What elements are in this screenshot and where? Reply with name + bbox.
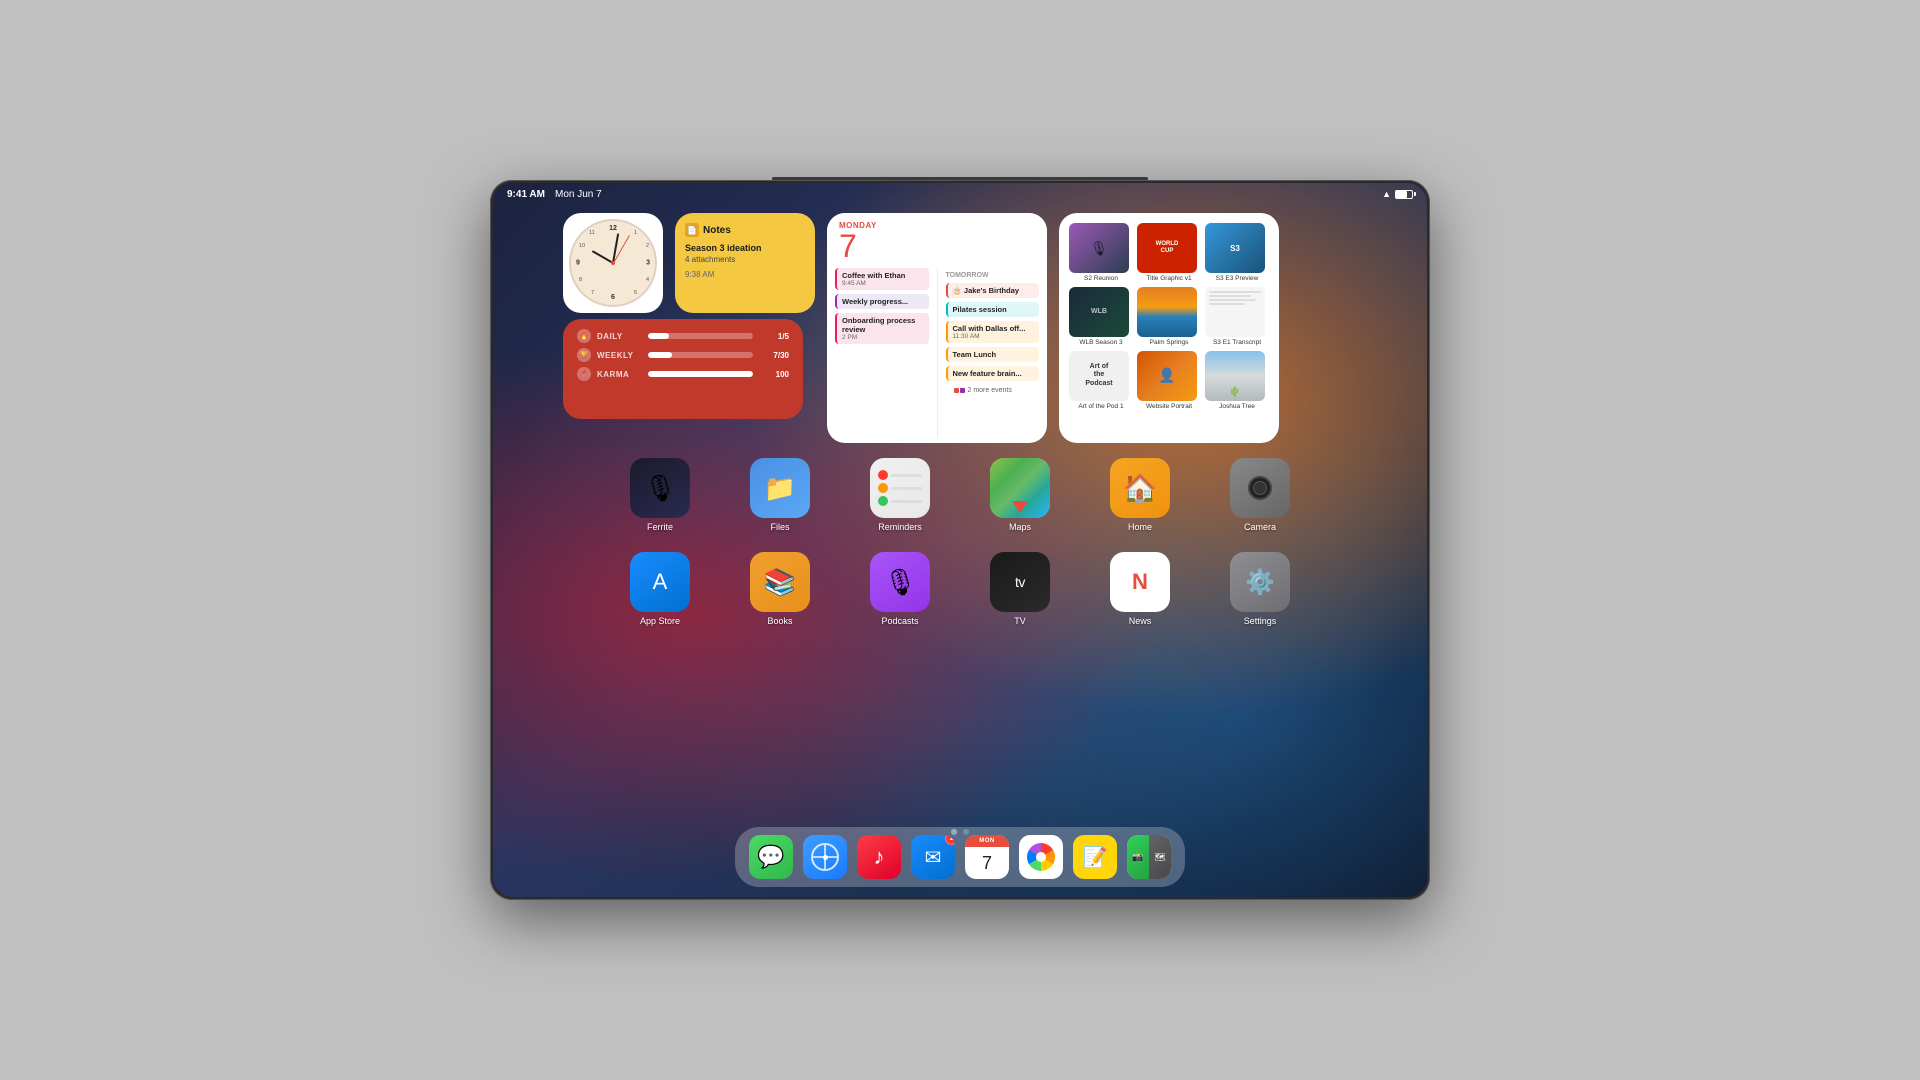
- app-appletv-label: TV: [1014, 616, 1026, 626]
- photo-item-title-graphic: WORLDCUP Title Graphic v1: [1137, 223, 1201, 283]
- app-podcasts[interactable]: 🎙 Podcasts: [870, 552, 930, 626]
- app-rows: 🎙 Ferrite 📁 Files: [493, 458, 1427, 626]
- cal-event-weekly: Weekly progress...: [835, 294, 929, 309]
- battery-fill: [1396, 191, 1407, 198]
- notes-widget-title: Notes: [703, 225, 731, 236]
- ipad-screen: 9:41 AM Mon Jun 7 ▲ 12 3 6 9: [493, 183, 1427, 897]
- photo-item-art-pod: Art ofthePodcast Art of the Pod 1: [1069, 351, 1133, 411]
- app-ferrite[interactable]: 🎙 Ferrite: [630, 458, 690, 532]
- app-reminders-label: Reminders: [878, 522, 922, 532]
- cal-more-events: 2 more events: [946, 385, 1040, 396]
- widgets-row1: 12 3 6 9 1 11 2 10 4 8 5 7: [563, 213, 1357, 443]
- app-reminders[interactable]: Reminders: [870, 458, 930, 532]
- status-bar: 9:41 AM Mon Jun 7 ▲: [493, 183, 1427, 205]
- app-books-label: Books: [767, 616, 792, 626]
- notes-note-title: Season 3 ideation: [685, 243, 805, 253]
- dock: 💬 ♪ ✉ 1 MON: [735, 827, 1185, 887]
- calendar-header: MONDAY 7: [827, 213, 1047, 268]
- photo-item-joshua: 🌵 Joshua Tree: [1205, 351, 1269, 411]
- dock-photos[interactable]: [1019, 835, 1063, 879]
- app-home-label: Home: [1128, 522, 1152, 532]
- photos-widget[interactable]: 🎙 S2 Reunion WORLDCUP Title Graphic v1 S…: [1059, 213, 1279, 443]
- calendar-tomorrow: TOMORROW 🎂 Jake's Birthday Pilates sessi…: [938, 268, 1048, 438]
- dock-notes[interactable]: 📝: [1073, 835, 1117, 879]
- notes-header: 📄 Notes: [685, 223, 805, 237]
- app-home[interactable]: 🏠 Home: [1110, 458, 1170, 532]
- cal-event-pilates: Pilates session: [946, 302, 1040, 317]
- clock-face: 12 3 6 9 1 11 2 10 4 8 5 7: [569, 219, 657, 307]
- app-settings-label: Settings: [1244, 616, 1277, 626]
- calendar-day-label: MONDAY: [839, 221, 1035, 230]
- status-time: 9:41 AM: [507, 189, 545, 200]
- photo-item-s2reunion: 🎙 S2 Reunion: [1069, 223, 1133, 283]
- app-settings[interactable]: ⚙️ Settings: [1230, 552, 1290, 626]
- status-left: 9:41 AM Mon Jun 7: [507, 189, 602, 200]
- photo-item-s3preview: S3 S3 E3 Preview: [1205, 223, 1269, 283]
- calendar-today: Coffee with Ethan 9:45 AM Weekly progres…: [827, 268, 938, 438]
- app-ferrite-label: Ferrite: [647, 522, 673, 532]
- photo-item-s3transcript: S3 E1 Transcript: [1205, 287, 1269, 347]
- app-camera-label: Camera: [1244, 522, 1276, 532]
- app-files-label: Files: [770, 522, 789, 532]
- photo-item-wlb: WLB WLB Season 3: [1069, 287, 1133, 347]
- app-maps-label: Maps: [1009, 522, 1031, 532]
- cal-event-coffee: Coffee with Ethan 9:45 AM: [835, 268, 929, 290]
- status-date: Mon Jun 7: [555, 189, 602, 200]
- wifi-icon: ▲: [1382, 189, 1391, 199]
- app-books[interactable]: 📚 Books: [750, 552, 810, 626]
- app-camera[interactable]: Camera: [1230, 458, 1290, 532]
- app-news[interactable]: N News: [1110, 552, 1170, 626]
- dock-mail[interactable]: ✉ 1: [911, 835, 955, 879]
- clock-widget[interactable]: 12 3 6 9 1 11 2 10 4 8 5 7: [563, 213, 663, 313]
- calendar-date-num: 7: [839, 230, 1035, 262]
- cal-event-lunch: Team Lunch: [946, 347, 1040, 362]
- app-appstore-label: App Store: [640, 616, 680, 626]
- ipad-frame: 9:41 AM Mon Jun 7 ▲ 12 3 6 9: [490, 180, 1430, 900]
- status-right: ▲: [1382, 189, 1413, 199]
- app-podcasts-label: Podcasts: [881, 616, 918, 626]
- photo-item-palm-springs: Palm Springs: [1137, 287, 1201, 347]
- dock-freeform[interactable]: 📸 🗺: [1127, 835, 1171, 879]
- top-bar: [772, 177, 1148, 180]
- photos-grid: 🎙 S2 Reunion WORLDCUP Title Graphic v1 S…: [1069, 223, 1269, 410]
- dock-music[interactable]: ♪: [857, 835, 901, 879]
- notes-time: 9:38 AM: [685, 270, 805, 279]
- cal-event-feature: New feature brain...: [946, 366, 1040, 381]
- cal-event-dallas: Call with Dallas off... 11:30 AM: [946, 321, 1040, 343]
- cal-event-birthday: 🎂 Jake's Birthday: [946, 283, 1040, 298]
- app-appstore[interactable]: A App Store: [630, 552, 690, 626]
- app-appletv[interactable]: tv TV: [990, 552, 1050, 626]
- battery-icon: [1395, 190, 1413, 199]
- clock-center: [611, 261, 615, 265]
- app-row-2: A App Store 📚 Books 🎙 Podcasts: [630, 552, 1290, 626]
- app-row-1: 🎙 Ferrite 📁 Files: [630, 458, 1290, 532]
- cal-event-onboarding: Onboarding process review 2 PM: [835, 313, 929, 344]
- notes-widget[interactable]: 📄 Notes Season 3 ideation 4 attachments …: [675, 213, 815, 313]
- tomorrow-label: TOMORROW: [946, 268, 1040, 279]
- dock-safari[interactable]: [803, 835, 847, 879]
- app-maps[interactable]: Maps: [990, 458, 1050, 532]
- notes-note-sub: 4 attachments: [685, 255, 805, 264]
- mail-badge: 1: [945, 835, 955, 845]
- notes-icon: 📄: [685, 223, 699, 237]
- app-news-label: News: [1129, 616, 1152, 626]
- calendar-widget[interactable]: MONDAY 7 Coffee with Ethan 9:45 AM Weekl…: [827, 213, 1047, 443]
- dock-calendar[interactable]: MON 7: [965, 835, 1009, 879]
- app-files[interactable]: 📁 Files: [750, 458, 810, 532]
- dock-messages[interactable]: 💬: [749, 835, 793, 879]
- photo-item-website: 👤 Website Portrait: [1137, 351, 1201, 411]
- calendar-body: Coffee with Ethan 9:45 AM Weekly progres…: [827, 268, 1047, 438]
